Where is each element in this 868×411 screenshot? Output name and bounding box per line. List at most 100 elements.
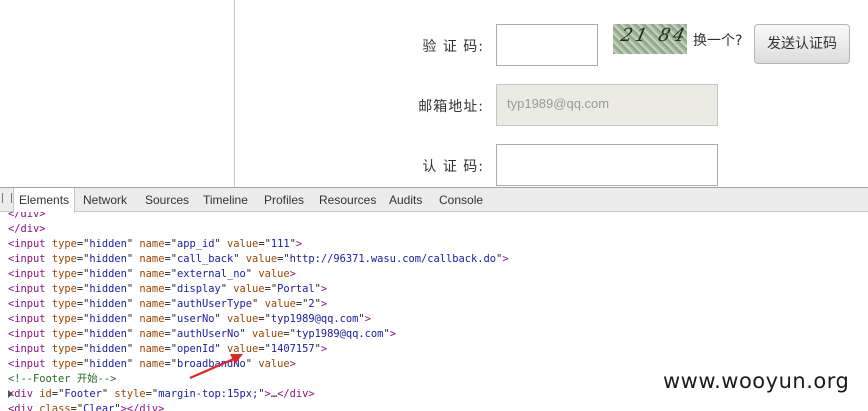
- tag-open: <input: [8, 283, 46, 295]
- tab-console[interactable]: Console: [434, 188, 488, 212]
- attr-name: name: [139, 358, 165, 370]
- attr-name: id: [39, 388, 52, 400]
- verify-code-input[interactable]: [496, 144, 718, 186]
- attr-name: name: [139, 253, 165, 265]
- captcha-image-text: 21 84: [618, 25, 687, 46]
- attr-value: hidden: [89, 358, 127, 370]
- attr-value: hidden: [89, 343, 127, 355]
- attr-name: class: [39, 403, 71, 411]
- dom-node-line[interactable]: <input type="hidden" name="authUserType"…: [8, 297, 327, 312]
- attr-value: userNo: [176, 313, 215, 325]
- expand-triangle-icon[interactable]: [8, 390, 13, 398]
- verify-code-label: 认 证 码:: [422, 159, 484, 175]
- tag-end: >: [502, 253, 509, 265]
- attr-name: value: [227, 343, 259, 355]
- attr-value: hidden: [89, 238, 127, 250]
- dom-node-line[interactable]: <input type="hidden" name="call_back" va…: [8, 252, 509, 267]
- attr-name: value: [227, 313, 259, 325]
- tag-open: <input: [8, 298, 46, 310]
- dom-node-line[interactable]: </div>: [8, 212, 46, 222]
- tab-resources[interactable]: Resources: [314, 188, 381, 212]
- tag-open: <input: [8, 268, 46, 280]
- attr-value: Clear: [83, 403, 115, 411]
- tag-close: </div>: [277, 388, 315, 400]
- dom-node-line[interactable]: <!--Footer 开始-->: [8, 372, 116, 387]
- dom-node-line[interactable]: <input type="hidden" name="display" valu…: [8, 282, 327, 297]
- attr-value: margin-top:15px;: [158, 388, 259, 400]
- attr-name: type: [51, 343, 77, 355]
- attr-name: type: [51, 313, 77, 325]
- email-field: typ1989@qq.com: [496, 84, 718, 126]
- tab-sources[interactable]: Sources: [140, 188, 194, 212]
- dom-node-line[interactable]: </div>: [8, 222, 46, 237]
- attr-value: Footer: [64, 388, 102, 400]
- devtools-tabbar: Elements Network Sources Timeline Profil…: [0, 187, 868, 213]
- captcha-label: 验 证 码:: [422, 39, 484, 55]
- attr-value: 1407157: [270, 343, 315, 355]
- tag-open: <input: [8, 238, 46, 250]
- tab-network[interactable]: Network: [78, 188, 132, 212]
- dom-node-line[interactable]: <div id="Footer" style="margin-top:15px;…: [8, 387, 315, 402]
- attr-name: name: [139, 298, 165, 310]
- attr-name: value: [264, 298, 296, 310]
- attr-value: typ1989@qq.com: [270, 313, 359, 325]
- attr-name: type: [51, 253, 77, 265]
- dom-node-line[interactable]: <input type="hidden" name="app_id" value…: [8, 237, 302, 252]
- attr-value: hidden: [89, 313, 127, 325]
- attr-name: name: [139, 238, 165, 250]
- tag-end: >: [364, 313, 371, 325]
- attr-value: display: [176, 283, 221, 295]
- tag-end: >: [295, 238, 303, 250]
- attr-value: authUserType: [176, 298, 253, 310]
- attr-name: type: [51, 283, 77, 295]
- attr-name: value: [245, 253, 278, 265]
- attr-value: hidden: [89, 283, 127, 295]
- tag-end: >: [320, 283, 328, 295]
- tag-end: >: [320, 343, 328, 355]
- attr-value: authUserNo: [176, 328, 240, 340]
- attr-value: broadbandNo: [176, 358, 246, 370]
- captcha-input[interactable]: [496, 24, 598, 66]
- attr-value: typ1989@qq.com: [295, 328, 384, 340]
- tab-audits[interactable]: Audits: [384, 188, 427, 212]
- attr-value: app_id: [176, 238, 215, 250]
- tab-timeline[interactable]: Timeline: [198, 188, 253, 212]
- tag-close: </div>: [8, 223, 46, 235]
- attr-name: type: [51, 358, 77, 370]
- left-panel: [0, 0, 235, 187]
- attr-name: type: [51, 268, 77, 280]
- tab-profiles[interactable]: Profiles: [259, 188, 309, 212]
- dock-icon[interactable]: [2, 193, 12, 203]
- tag-close: </div>: [8, 212, 46, 220]
- tag-close: ></div>: [120, 403, 165, 411]
- dom-node-line[interactable]: <div class="Clear"></div>: [8, 402, 164, 411]
- attr-value: 111: [270, 238, 290, 250]
- html-comment: <!--Footer 开始-->: [8, 373, 117, 385]
- change-captcha-link[interactable]: 换一个?: [693, 30, 742, 50]
- attr-value: hidden: [89, 298, 127, 310]
- tag-open: <input: [8, 253, 46, 265]
- attr-value: external_no: [176, 268, 246, 280]
- tab-elements[interactable]: Elements: [13, 188, 76, 213]
- attr-value: http://96371.wasu.com/callback.do: [289, 253, 497, 265]
- email-label: 邮箱地址:: [418, 99, 484, 115]
- attr-value: hidden: [89, 268, 127, 280]
- dom-node-line[interactable]: <input type="hidden" name="openId" value…: [8, 342, 327, 357]
- tag-open: <div: [8, 403, 34, 411]
- dom-node-line[interactable]: <input type="hidden" name="authUserNo" v…: [8, 327, 396, 342]
- attr-name: style: [114, 388, 146, 400]
- attr-value: call_back: [176, 253, 234, 265]
- attr-name: value: [258, 268, 290, 280]
- captcha-image[interactable]: 21 84: [613, 24, 687, 54]
- dom-node-line[interactable]: <input type="hidden" name="external_no" …: [8, 267, 296, 282]
- tag-end: >: [320, 298, 328, 310]
- dom-node-line[interactable]: <input type="hidden" name="userNo" value…: [8, 312, 371, 327]
- attr-name: name: [139, 283, 165, 295]
- send-code-button[interactable]: 发送认证码: [754, 24, 850, 64]
- tag-end: >: [289, 268, 296, 280]
- tag-open: <input: [8, 313, 46, 325]
- attr-name: type: [51, 298, 77, 310]
- tag-open: <input: [8, 358, 46, 370]
- dom-node-line[interactable]: <input type="hidden" name="broadbandNo" …: [8, 357, 296, 372]
- attr-name: type: [51, 328, 77, 340]
